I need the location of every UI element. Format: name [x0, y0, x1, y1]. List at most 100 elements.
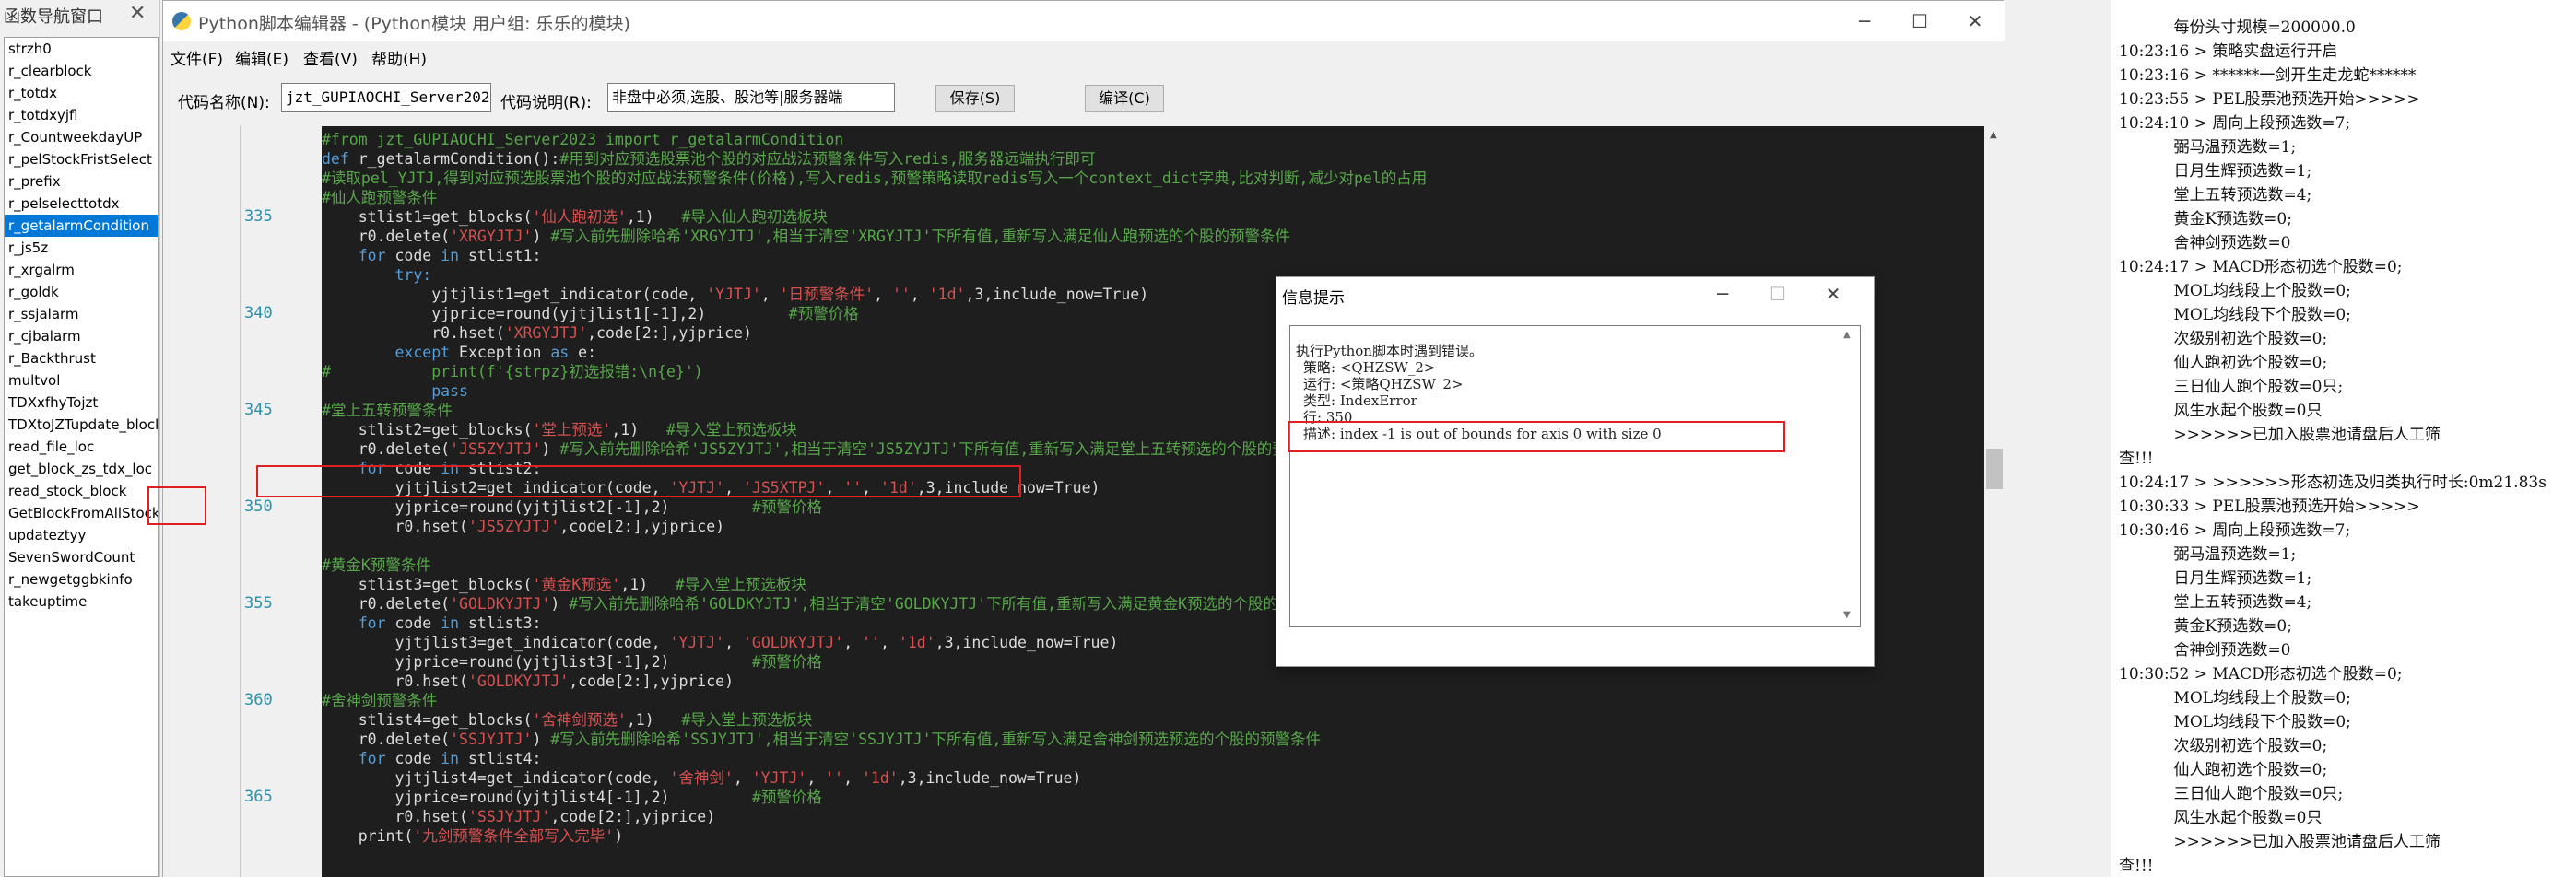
nav-item[interactable]: r_totdxyjfl [5, 104, 158, 126]
code-line[interactable]: print('九剑预警条件全部写入完毕') [322, 826, 623, 846]
code-line[interactable]: yjprice=round(yjtjlist4[-1],2) #预警价格 [322, 788, 821, 807]
code-line[interactable]: stlist3=get_blocks('黄金K预选',1) #导入堂上预选板块 [322, 575, 806, 594]
code-line[interactable]: r0.hset('JS5ZYJTJ',code[2:],yjprice) [322, 517, 724, 536]
nav-item[interactable]: r_goldk [5, 281, 158, 303]
code-line[interactable]: yjprice=round(yjtjlist2[-1],2) #预警价格 [322, 497, 821, 517]
maximize-icon[interactable]: ☐ [1892, 6, 1947, 36]
code-name-field[interactable]: jzt_GUPIAOCHI_Server2023 [281, 83, 491, 112]
code-token: # print(f'{strpz}初选报错:\n{e}') [322, 363, 703, 380]
code-line[interactable]: pass [322, 381, 468, 401]
code-line[interactable]: stlist4=get_blocks('舍神剑预选',1) #导入堂上预选板块 [322, 710, 813, 730]
close-icon[interactable]: ✕ [129, 2, 146, 25]
minimize-icon[interactable]: ─ [1837, 6, 1892, 36]
code-token: for [322, 247, 395, 264]
code-token: stlist3: [467, 614, 542, 632]
code-token: r0.delete( [322, 731, 451, 748]
code-line[interactable]: r0.hset('XRGYJTJ',code[2:],yjprice) [322, 323, 752, 343]
nav-item[interactable]: r_clearblock [5, 60, 158, 82]
dialog-maximize-icon[interactable]: ☐ [1756, 279, 1800, 309]
dialog-scroll-down-icon[interactable]: ▼ [1843, 610, 1851, 620]
code-line[interactable]: #舍神剑预警条件 [322, 691, 437, 710]
close-window-icon[interactable]: ✕ [1947, 6, 2003, 36]
code-line[interactable]: r0.delete('XRGYJTJ') #写入前先删除哈希'XRGYJTJ',… [322, 227, 1290, 246]
code-line[interactable]: #from jzt_GUPIAOCHI_Server2023 import r_… [322, 130, 843, 149]
code-token: ,3,include_now=True) [965, 286, 1149, 303]
nav-item[interactable]: multvol [5, 369, 158, 392]
output-log[interactable]: 每份头寸规模=200000.0 10:23:16 > 策略实盘运行开启 10:23:… [2111, 0, 2576, 877]
dialog-scroll-up-icon[interactable]: ▲ [1843, 330, 1851, 340]
code-line[interactable]: yjtjlist3=get_indicator(code, 'YJTJ', 'G… [322, 633, 1118, 652]
code-line[interactable]: for code in stlist4: [322, 749, 542, 768]
function-list[interactable]: strzh0 r_clearblock r_totdx r_totdxyjfl r_Co… [4, 37, 159, 877]
menu-view[interactable]: 查看(V) [303, 46, 358, 69]
code-token: 'SSJYJTJ' [450, 731, 533, 748]
code-line[interactable]: #黄金K预警条件 [322, 555, 431, 575]
line-number-column: 335 340 345 350 355 360 365 [241, 126, 322, 877]
compile-button[interactable]: 编译(C) [1085, 85, 1164, 112]
code-token: Exception [459, 344, 551, 361]
menu-help[interactable]: 帮助(H) [371, 46, 427, 69]
nav-item[interactable]: r_getalarmCondition [5, 215, 158, 237]
nav-item[interactable]: r_cjbalarm [5, 325, 158, 347]
nav-item[interactable]: TDXxfhyTojzt [5, 392, 158, 414]
code-token: print( [322, 827, 414, 845]
code-line[interactable]: stlist1=get_blocks('仙人跑初选',1) #导入仙人跑初选板块 [322, 207, 828, 227]
log-line: 每份头寸规模=200000.0 [2119, 18, 2356, 37]
nav-item[interactable]: r_CountweekdayUP [5, 126, 158, 148]
menu-file[interactable]: 文件(F) [171, 46, 223, 69]
nav-item[interactable]: read_file_loc [5, 436, 158, 458]
dialog-close-icon[interactable]: ✕ [1811, 279, 1855, 309]
code-line[interactable]: try: [322, 265, 431, 285]
code-token: #堂上五转预警条件 [322, 402, 453, 419]
code-token: for [322, 750, 395, 767]
dialog-minimize-icon[interactable]: ─ [1700, 279, 1745, 309]
code-line[interactable]: yjprice=round(yjtjlist3[-1],2) #预警价格 [322, 652, 821, 672]
code-line[interactable]: #堂上五转预警条件 [322, 401, 453, 420]
menu-edit[interactable]: 编辑(E) [235, 46, 288, 69]
log-line: 10:24:17 > MACD形态初选个股数=0; [2119, 258, 2403, 276]
nav-item[interactable]: read_stock_block [5, 480, 158, 502]
code-token: ,code[2:],yjprice) [569, 672, 735, 690]
code-line[interactable]: r0.delete('GOLDKYJTJ') #写入前先删除哈希'GOLDKYJ… [322, 594, 1339, 614]
code-token: stlist1: [467, 247, 542, 264]
code-line[interactable]: # print(f'{strpz}初选报错:\n{e}') [322, 362, 703, 381]
code-line[interactable]: r0.delete('SSJYJTJ') #写入前先删除哈希'SSJYJTJ',… [322, 730, 1321, 749]
nav-item[interactable]: GetBlockFromAllStock [5, 502, 158, 524]
nav-item[interactable]: r_xrgalrm [5, 259, 158, 281]
nav-item[interactable]: r_js5z [5, 237, 158, 259]
nav-item[interactable]: updateztyy [5, 524, 158, 546]
code-line[interactable]: def r_getalarmCondition():#用到对应预选股票池个股的对… [322, 149, 1095, 169]
nav-item[interactable]: r_ssjalarm [5, 303, 158, 325]
code-line[interactable]: r0.hset('SSJYJTJ',code[2:],yjprice) [322, 807, 715, 826]
nav-item[interactable]: get_block_zs_tdx_loc [5, 458, 158, 480]
code-line[interactable]: #读取pel_YJTJ,得到对应预选股票池个股的对应战法预警条件(价格),写入r… [322, 169, 1427, 188]
error-message-box[interactable]: 执行Python脚本时遇到错误。 策略: <QHZSW_2> 运行: <策略QHZS… [1289, 325, 1861, 627]
code-token: in [441, 247, 468, 264]
nav-item[interactable]: r_newgetggbkinfo [5, 568, 158, 591]
title-bar: Python脚本编辑器 - (Python模块 用户组: 乐乐的模块) ─ ☐ … [163, 1, 2005, 41]
code-line[interactable]: for code in stlist3: [322, 614, 542, 633]
nav-item[interactable]: r_pelselecttotdx [5, 193, 158, 215]
nav-item[interactable]: r_Backthrust [5, 347, 158, 369]
save-button[interactable]: 保存(S) [935, 85, 1015, 112]
scrollbar-thumb[interactable] [1986, 449, 2003, 489]
code-line[interactable]: yjprice=round(yjtjlist1[-1],2) #预警价格 [322, 304, 858, 323]
code-line[interactable]: #仙人跑预警条件 [322, 188, 437, 207]
code-line[interactable]: yjtjlist4=get_indicator(code, '舍神剑', 'YJ… [322, 768, 1081, 788]
nav-item[interactable]: takeuptime [5, 591, 158, 613]
code-line[interactable]: yjtjlist1=get_indicator(code, 'YJTJ', '日… [322, 285, 1148, 304]
nav-item[interactable]: r_prefix [5, 170, 158, 193]
nav-item[interactable]: strzh0 [5, 38, 158, 60]
code-line[interactable]: stlist2=get_blocks('堂上预选',1) #导入堂上预选板块 [322, 420, 797, 439]
line-number: 350 [244, 497, 273, 516]
vertical-scrollbar[interactable]: ▲ [1984, 126, 2005, 877]
code-line[interactable]: except Exception as e: [322, 343, 596, 362]
code-line[interactable]: r0.delete('JS5ZYJTJ') #写入前先删除哈希'JS5ZYJTJ… [322, 439, 1334, 459]
code-line[interactable]: r0.hset('GOLDKYJTJ',code[2:],yjprice) [322, 672, 734, 691]
nav-item[interactable]: r_pelStockFristSelect [5, 148, 158, 170]
code-desc-field[interactable]: 非盘中必须,选股、股池等|服务器端 [607, 83, 895, 112]
code-line[interactable]: for code in stlist1: [322, 246, 542, 265]
nav-item[interactable]: TDXtoJZTupdate_block [5, 414, 158, 436]
nav-item[interactable]: r_totdx [5, 82, 158, 104]
nav-item[interactable]: SevenSwordCount [5, 546, 158, 568]
